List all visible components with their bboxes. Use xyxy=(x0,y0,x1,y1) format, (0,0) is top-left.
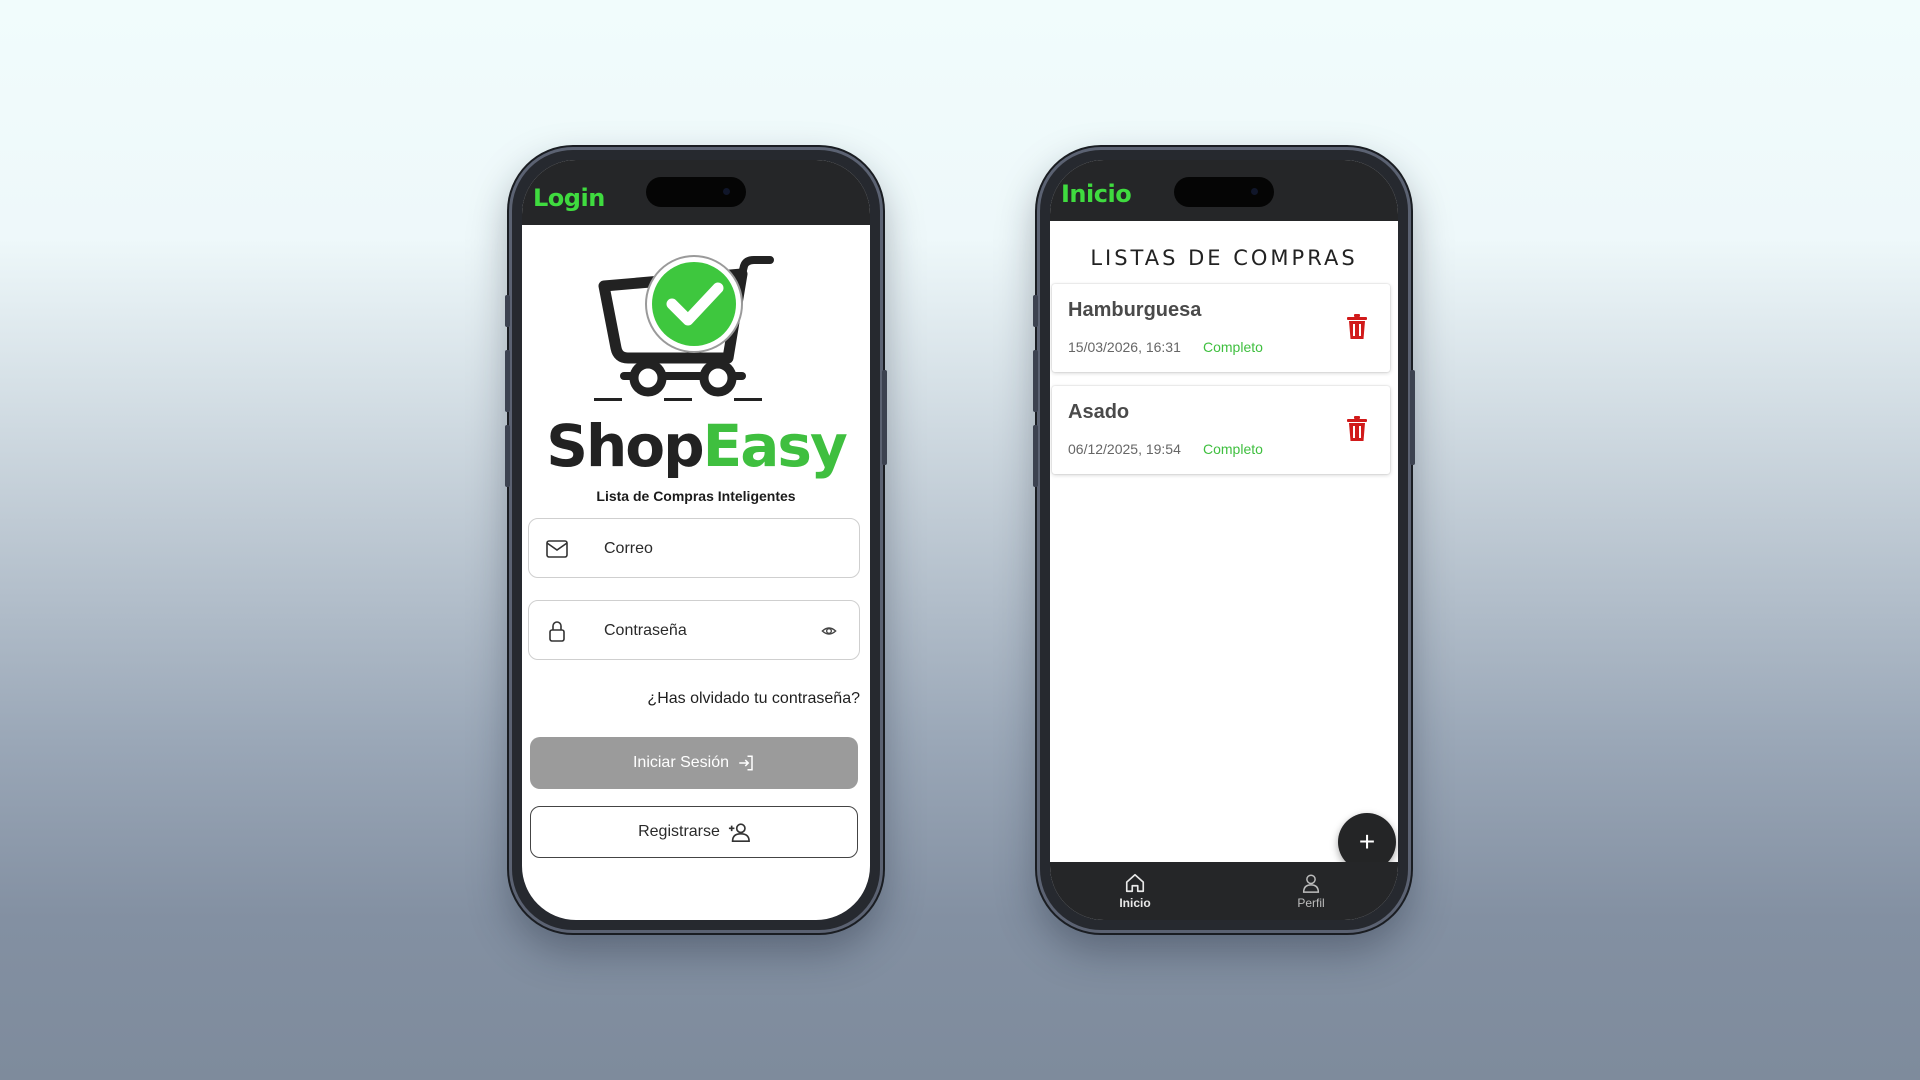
cart-logo-icon xyxy=(594,255,774,401)
bottom-tab-bar: Inicio Perfil xyxy=(1050,862,1398,920)
list-item[interactable]: Asado 06/12/2025, 19:54 Completo xyxy=(1052,386,1390,474)
list-date: 15/03/2026, 16:31 xyxy=(1068,339,1181,355)
brand-tagline: Lista de Compras Inteligentes xyxy=(596,488,796,504)
login-button-label: Iniciar Sesión xyxy=(632,754,730,771)
register-button[interactable]: Registrarse xyxy=(530,806,858,858)
email-placeholder: Correo xyxy=(604,540,653,557)
trash-icon[interactable] xyxy=(1346,416,1368,442)
list-name: Asado xyxy=(1068,401,1130,423)
list-status: Completo xyxy=(1203,441,1263,457)
home-icon xyxy=(1125,873,1145,893)
login-button[interactable]: Iniciar Sesión xyxy=(530,737,858,789)
tab-inicio[interactable]: Inicio xyxy=(1090,872,1180,910)
login-arrow-icon xyxy=(739,755,753,771)
list-item[interactable]: Hamburguesa 15/03/2026, 16:31 Completo xyxy=(1052,284,1390,372)
login-header-bar: Login xyxy=(522,160,870,225)
page-title: LISTAS DE COMPRAS xyxy=(1090,246,1358,270)
login-header-title: Login xyxy=(533,184,605,212)
brand-easy: Easy xyxy=(702,412,848,480)
phone-home-mockup: Inicio LISTAS DE COMPRAS Hamburguesa 15/… xyxy=(1033,147,1415,933)
eye-icon[interactable] xyxy=(821,623,837,639)
tab-perfil[interactable]: Perfil xyxy=(1266,872,1356,910)
brand-wordmark: ShopEasy xyxy=(522,412,870,480)
email-field[interactable]: Correo xyxy=(528,518,860,578)
tab-inicio-label: Inicio xyxy=(1119,896,1151,910)
mail-icon xyxy=(546,540,568,558)
password-field[interactable]: Contraseña xyxy=(528,600,860,660)
user-icon xyxy=(1302,874,1320,893)
forgot-password-link[interactable]: ¿Has olvidado tu contraseña? xyxy=(647,690,860,708)
list-status: Completo xyxy=(1203,339,1263,355)
home-header-bar: Inicio xyxy=(1050,160,1398,221)
phone-login-mockup: Login ShopEasy Lista de Compras Intelige… xyxy=(505,147,887,933)
shopeasy-logo: ShopEasy Lista de Compras Inteligentes xyxy=(522,240,870,504)
home-header-title: Inicio xyxy=(1061,180,1132,208)
login-screen: Login ShopEasy Lista de Compras Intelige… xyxy=(522,160,870,920)
list-date: 06/12/2025, 19:54 xyxy=(1068,441,1181,457)
add-user-icon xyxy=(728,823,750,842)
trash-icon[interactable] xyxy=(1346,314,1368,340)
tab-perfil-label: Perfil xyxy=(1297,896,1325,910)
dynamic-island xyxy=(1174,177,1274,207)
list-name: Hamburguesa xyxy=(1068,299,1202,321)
lock-icon xyxy=(549,621,565,642)
password-placeholder: Contraseña xyxy=(604,622,687,639)
register-button-label: Registrarse xyxy=(638,823,720,840)
home-screen: Inicio LISTAS DE COMPRAS Hamburguesa 15/… xyxy=(1050,160,1398,920)
dynamic-island xyxy=(646,177,746,207)
brand-shop: Shop xyxy=(546,412,704,480)
